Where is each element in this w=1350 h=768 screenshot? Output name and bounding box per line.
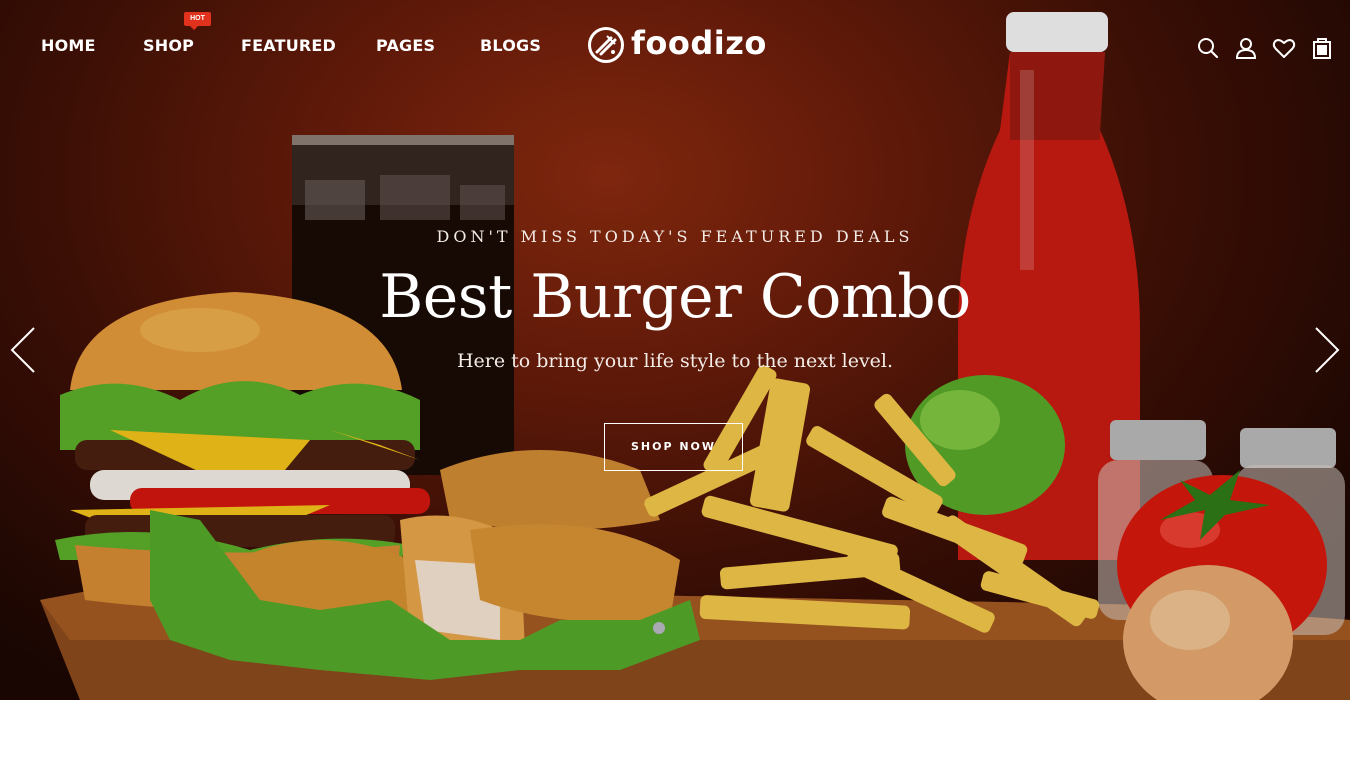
cart-button[interactable] [1310, 36, 1334, 60]
hero-subtitle: DON'T MISS TODAY'S FEATURED DEALS [436, 227, 914, 246]
heart-icon [1272, 39, 1296, 58]
prev-slide-button[interactable] [8, 325, 38, 375]
shopping-bag-icon [1313, 38, 1331, 59]
main-navigation: HOME SHOP HOT FEATURED PAGES BLOGS foodi… [0, 0, 1350, 96]
chevron-left-icon [10, 327, 35, 373]
slide-dot-active[interactable] [653, 622, 665, 634]
shop-now-button[interactable]: SHOP NOW [604, 423, 743, 471]
wishlist-button[interactable] [1272, 36, 1296, 60]
hero-slider: HOME SHOP HOT FEATURED PAGES BLOGS foodi… [0, 0, 1350, 700]
nav-featured[interactable]: FEATURED [241, 36, 336, 55]
search-button[interactable] [1196, 36, 1220, 60]
user-icon [1235, 38, 1257, 59]
chevron-right-icon [1315, 327, 1340, 373]
nav-home[interactable]: HOME [41, 36, 96, 55]
nav-shop[interactable]: SHOP [143, 36, 194, 55]
nav-blogs[interactable]: BLOGS [480, 36, 541, 55]
nav-pages[interactable]: PAGES [376, 36, 435, 55]
hero-tagline: Here to bring your life style to the nex… [456, 350, 894, 372]
account-button[interactable] [1234, 36, 1258, 60]
hot-badge: HOT [184, 12, 211, 30]
brand-name: foodizo [631, 24, 767, 62]
content-area [0, 700, 1350, 768]
hero-headline: Best Burger Combo [379, 262, 971, 332]
search-icon [1198, 38, 1219, 59]
next-slide-button[interactable] [1312, 325, 1342, 375]
fork-knife-icon [588, 27, 624, 63]
